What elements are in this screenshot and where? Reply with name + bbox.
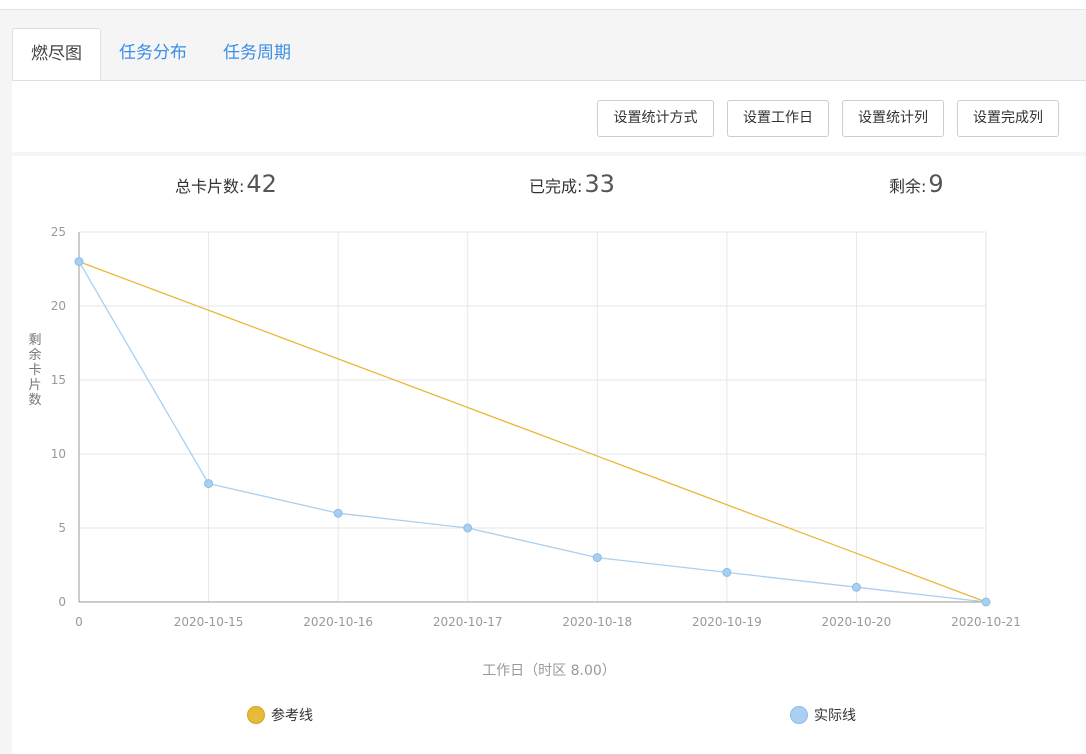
legend-actual-swatch [790, 706, 808, 724]
actual-point [333, 508, 343, 518]
x-tick-label: 2020-10-20 [822, 615, 892, 629]
chart-series [74, 257, 991, 607]
actual-point [851, 582, 861, 592]
chart-axes: 0 5 10 15 20 25 0 2020-10-15 2020-10-16 2020-10-1… [51, 225, 1021, 629]
legend-actual-label: 实际线 [814, 708, 856, 724]
y-tick-label: 15 [51, 373, 66, 387]
actual-point [981, 597, 991, 607]
legend-reference-swatch [247, 706, 265, 724]
x-tick-label: 2020-10-19 [692, 615, 762, 629]
reference-line [78, 260, 987, 603]
chart-grid [78, 231, 987, 603]
x-tick-label: 0 [75, 615, 83, 629]
legend-item-actual[interactable]: 实际线 [790, 705, 856, 725]
x-tick-label: 2020-10-15 [174, 615, 244, 629]
x-axis-label: 工作日（时区 8.00） [482, 663, 616, 679]
x-tick-label: 2020-10-21 [951, 615, 1021, 629]
y-tick-label: 5 [58, 521, 66, 535]
y-tick-label: 20 [51, 299, 66, 313]
y-tick-label: 0 [58, 595, 66, 609]
x-tick-label: 2020-10-16 [303, 615, 373, 629]
actual-point [463, 523, 473, 533]
y-tick-label: 25 [51, 225, 66, 239]
legend-item-reference[interactable]: 参考线 [247, 705, 313, 725]
burndown-chart: 0 5 10 15 20 25 0 2020-10-15 2020-10-16 2020-10-1… [51, 225, 1021, 679]
actual-point [722, 567, 732, 577]
y-tick-label: 10 [51, 447, 66, 461]
actual-point [74, 257, 84, 267]
actual-point [204, 479, 214, 489]
x-tick-label: 2020-10-18 [562, 615, 632, 629]
actual-point [592, 553, 602, 563]
legend-reference-label: 参考线 [271, 708, 313, 724]
x-tick-label: 2020-10-17 [433, 615, 503, 629]
